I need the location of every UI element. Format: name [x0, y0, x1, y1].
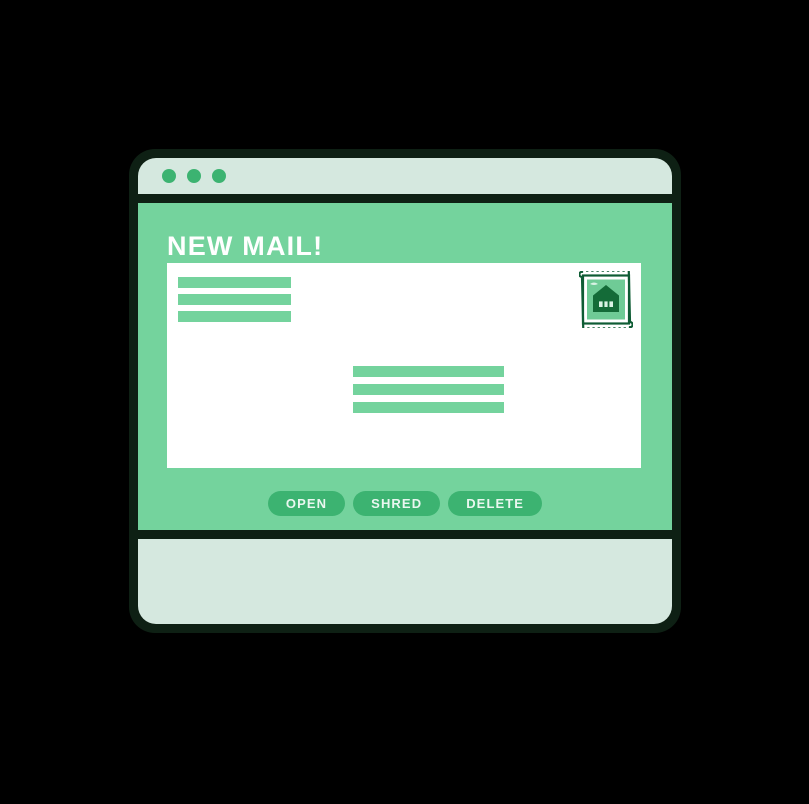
placeholder-line — [178, 277, 291, 288]
placeholder-line — [178, 294, 291, 305]
open-button[interactable]: OPEN — [267, 491, 346, 516]
app-window: NEW MAIL! OPEN SHRED DELETE — [129, 149, 681, 633]
mail-preview-card[interactable] — [167, 263, 641, 468]
shred-button[interactable]: SHRED — [353, 491, 441, 516]
placeholder-line — [353, 384, 504, 395]
window-footer-bar — [138, 539, 672, 624]
body-placeholder-lines — [353, 366, 504, 413]
delete-button[interactable]: DELETE — [448, 491, 543, 516]
action-button-row: OPEN SHRED DELETE — [138, 491, 672, 516]
placeholder-line — [353, 366, 504, 377]
placeholder-line — [353, 402, 504, 413]
window-controls — [162, 169, 226, 183]
sender-placeholder-lines — [178, 277, 291, 322]
page-title: NEW MAIL! — [167, 231, 324, 261]
window-title-bar — [138, 158, 672, 194]
window-close-dot[interactable] — [162, 169, 176, 183]
postage-stamp-icon — [578, 268, 634, 331]
placeholder-line — [178, 311, 291, 322]
window-maximize-dot[interactable] — [212, 169, 226, 183]
window-content-area: NEW MAIL! OPEN SHRED DELETE — [138, 203, 672, 530]
window-minimize-dot[interactable] — [187, 169, 201, 183]
